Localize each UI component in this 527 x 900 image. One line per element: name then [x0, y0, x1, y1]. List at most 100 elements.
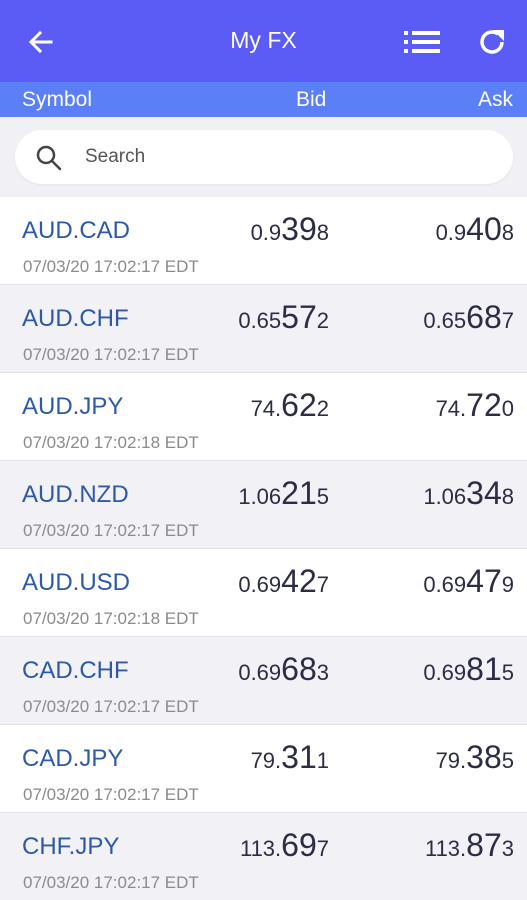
bid-price-prefix: 0.65 — [238, 308, 282, 333]
bid-price-suffix: 7 — [316, 572, 329, 597]
bid-price: 74.622 — [251, 387, 329, 424]
bid-price-pips: 69 — [281, 827, 317, 863]
bid-price-prefix: 74. — [250, 396, 282, 421]
ask-price-pips: 38 — [466, 739, 502, 775]
ask-price-pips: 34 — [466, 475, 502, 511]
bid-price: 0.69683 — [238, 651, 329, 688]
ask-price-prefix: 0.69 — [423, 572, 467, 597]
bid-price: 0.9398 — [251, 211, 329, 248]
ask-price: 1.06348 — [423, 475, 514, 512]
column-ask[interactable]: Ask — [478, 88, 513, 112]
table-row[interactable]: AUD.CAD 07/03/20 17:02:17 EDT 0.9398 0.9408 — [0, 197, 527, 285]
ask-price-prefix: 0.69 — [423, 660, 467, 685]
column-bid[interactable]: Bid — [296, 88, 326, 112]
quote-timestamp: 07/03/20 17:02:18 EDT — [23, 609, 199, 628]
ask-price-prefix: 0.65 — [423, 308, 467, 333]
bid-price: 1.06215 — [238, 475, 329, 512]
bid-price: 79.311 — [251, 739, 329, 776]
ask-price-pips: 68 — [466, 299, 502, 335]
table-row[interactable]: AUD.JPY 07/03/20 17:02:18 EDT 74.622 74.720 — [0, 373, 527, 461]
table-row[interactable]: CAD.CHF 07/03/20 17:02:17 EDT 0.69683 0.698… — [0, 637, 527, 725]
ask-price-suffix: 5 — [501, 748, 514, 773]
search-bar[interactable] — [15, 130, 513, 184]
app-bar: My FX — [0, 0, 527, 82]
search-area — [0, 117, 527, 197]
bid-price-pips: 42 — [281, 563, 317, 599]
ask-price: 0.9408 — [436, 211, 514, 248]
quote-timestamp: 07/03/20 17:02:17 EDT — [23, 785, 199, 804]
ask-price-prefix: 113. — [424, 836, 467, 861]
bid-price-pips: 39 — [281, 211, 317, 247]
bid-price: 0.69427 — [238, 563, 329, 600]
bid-price-suffix: 8 — [316, 220, 329, 245]
bid-price-suffix: 2 — [316, 308, 329, 333]
ask-price-prefix: 1.06 — [423, 484, 467, 509]
bid-price: 113.697 — [240, 827, 329, 864]
ask-price-prefix: 74. — [435, 396, 467, 421]
bid-price-suffix: 7 — [316, 836, 329, 861]
currency-pair-symbol: AUD.NZD — [22, 481, 129, 508]
quote-timestamp: 07/03/20 17:02:17 EDT — [23, 697, 199, 716]
ask-price: 79.385 — [436, 739, 514, 776]
table-row[interactable]: AUD.USD 07/03/20 17:02:18 EDT 0.69427 0.694… — [0, 549, 527, 637]
ask-price-pips: 87 — [466, 827, 502, 863]
bid-price-prefix: 0.69 — [238, 572, 282, 597]
ask-price-suffix: 9 — [501, 572, 514, 597]
bid-price-prefix: 79. — [250, 748, 282, 773]
bid-price-pips: 21 — [281, 475, 317, 511]
ask-price: 113.873 — [425, 827, 514, 864]
page-title: My FX — [230, 27, 297, 53]
list-icon — [404, 31, 440, 53]
ask-price-suffix: 8 — [501, 220, 514, 245]
search-input[interactable] — [85, 140, 485, 174]
currency-pair-symbol: CAD.JPY — [22, 745, 124, 772]
quote-timestamp: 07/03/20 17:02:17 EDT — [23, 521, 199, 540]
quote-timestamp: 07/03/20 17:02:18 EDT — [23, 433, 199, 452]
bid-price-suffix: 3 — [316, 660, 329, 685]
column-header: Symbol Bid Ask — [0, 82, 527, 117]
bid-price-suffix: 1 — [316, 748, 329, 773]
table-row[interactable]: AUD.CHF 07/03/20 17:02:17 EDT 0.65572 0.656… — [0, 285, 527, 373]
ask-price-suffix: 3 — [501, 836, 514, 861]
currency-pair-symbol: AUD.JPY — [22, 393, 124, 420]
currency-pair-symbol: AUD.USD — [22, 569, 131, 596]
bid-price-pips: 62 — [281, 387, 317, 423]
list-view-button[interactable] — [402, 22, 442, 62]
table-row[interactable]: CAD.JPY 07/03/20 17:02:17 EDT 79.311 79.385 — [0, 725, 527, 813]
search-icon — [36, 145, 62, 171]
ask-price: 0.65687 — [423, 299, 514, 336]
quote-list: AUD.CAD 07/03/20 17:02:17 EDT 0.9398 0.9408… — [0, 197, 527, 900]
bid-price: 0.65572 — [238, 299, 329, 336]
ask-price-prefix: 0.9 — [435, 220, 467, 245]
ask-price-prefix: 79. — [435, 748, 467, 773]
column-symbol[interactable]: Symbol — [22, 88, 92, 112]
ask-price: 0.69479 — [423, 563, 514, 600]
currency-pair-symbol: CAD.CHF — [22, 657, 129, 684]
bid-price-prefix: 113. — [239, 836, 282, 861]
ask-price-pips: 72 — [466, 387, 502, 423]
bid-price-suffix: 2 — [316, 396, 329, 421]
refresh-button[interactable] — [472, 22, 512, 62]
currency-pair-symbol: AUD.CAD — [22, 217, 131, 244]
ask-price-pips: 81 — [466, 651, 502, 687]
ask-price-pips: 47 — [466, 563, 502, 599]
table-row[interactable]: AUD.NZD 07/03/20 17:02:17 EDT 1.06215 1.063… — [0, 461, 527, 549]
ask-price-pips: 40 — [466, 211, 502, 247]
bid-price-pips: 31 — [281, 739, 317, 775]
bid-price-prefix: 1.06 — [238, 484, 282, 509]
quote-timestamp: 07/03/20 17:02:17 EDT — [23, 873, 199, 892]
bid-price-pips: 57 — [281, 299, 317, 335]
ask-price-suffix: 0 — [501, 396, 514, 421]
bid-price-prefix: 0.69 — [238, 660, 282, 685]
ask-price: 0.69815 — [423, 651, 514, 688]
bid-price-suffix: 5 — [316, 484, 329, 509]
currency-pair-symbol: CHF.JPY — [22, 833, 120, 860]
ask-price-suffix: 7 — [501, 308, 514, 333]
quote-timestamp: 07/03/20 17:02:17 EDT — [23, 345, 199, 364]
refresh-icon — [480, 30, 504, 54]
currency-pair-symbol: AUD.CHF — [22, 305, 129, 332]
table-row[interactable]: CHF.JPY 07/03/20 17:02:17 EDT 113.697 113.8… — [0, 813, 527, 900]
ask-price-suffix: 8 — [501, 484, 514, 509]
bid-price-pips: 68 — [281, 651, 317, 687]
quote-timestamp: 07/03/20 17:02:17 EDT — [23, 257, 199, 276]
